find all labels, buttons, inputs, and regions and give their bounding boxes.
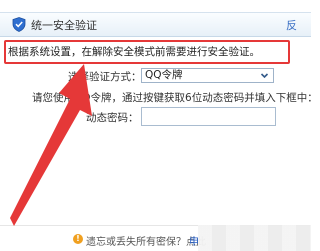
dynamic-code-input[interactable]	[141, 107, 276, 126]
blurred-region	[198, 225, 311, 251]
verification-method-value: QQ令牌	[145, 69, 183, 81]
footer-text: 遗忘或丢失所有密保？点此	[86, 237, 206, 248]
shield-icon	[12, 17, 26, 32]
verification-method-select[interactable]: QQ令牌	[141, 68, 274, 83]
instruction-text: 请您使用QQ令牌，通过按键获取6位动态密码并填入下框中：	[32, 92, 318, 104]
code-label: 动态密码：	[86, 112, 139, 124]
dialog-titlebar: 统一安全验证 反	[0, 12, 311, 37]
title-right-link[interactable]: 反	[286, 17, 297, 33]
security-verification-dialog: 统一安全验证 反 根据系统设置，在解除安全模式前需要进行安全验证。 选择验证方式…	[0, 0, 318, 251]
dialog-title: 统一安全验证	[31, 19, 97, 32]
method-label: 选择验证方式：	[68, 71, 142, 83]
chevron-down-icon	[260, 73, 269, 79]
notice-text: 根据系统设置，在解除安全模式前需要进行安全验证。	[8, 46, 260, 58]
warning-icon: !	[73, 234, 83, 244]
